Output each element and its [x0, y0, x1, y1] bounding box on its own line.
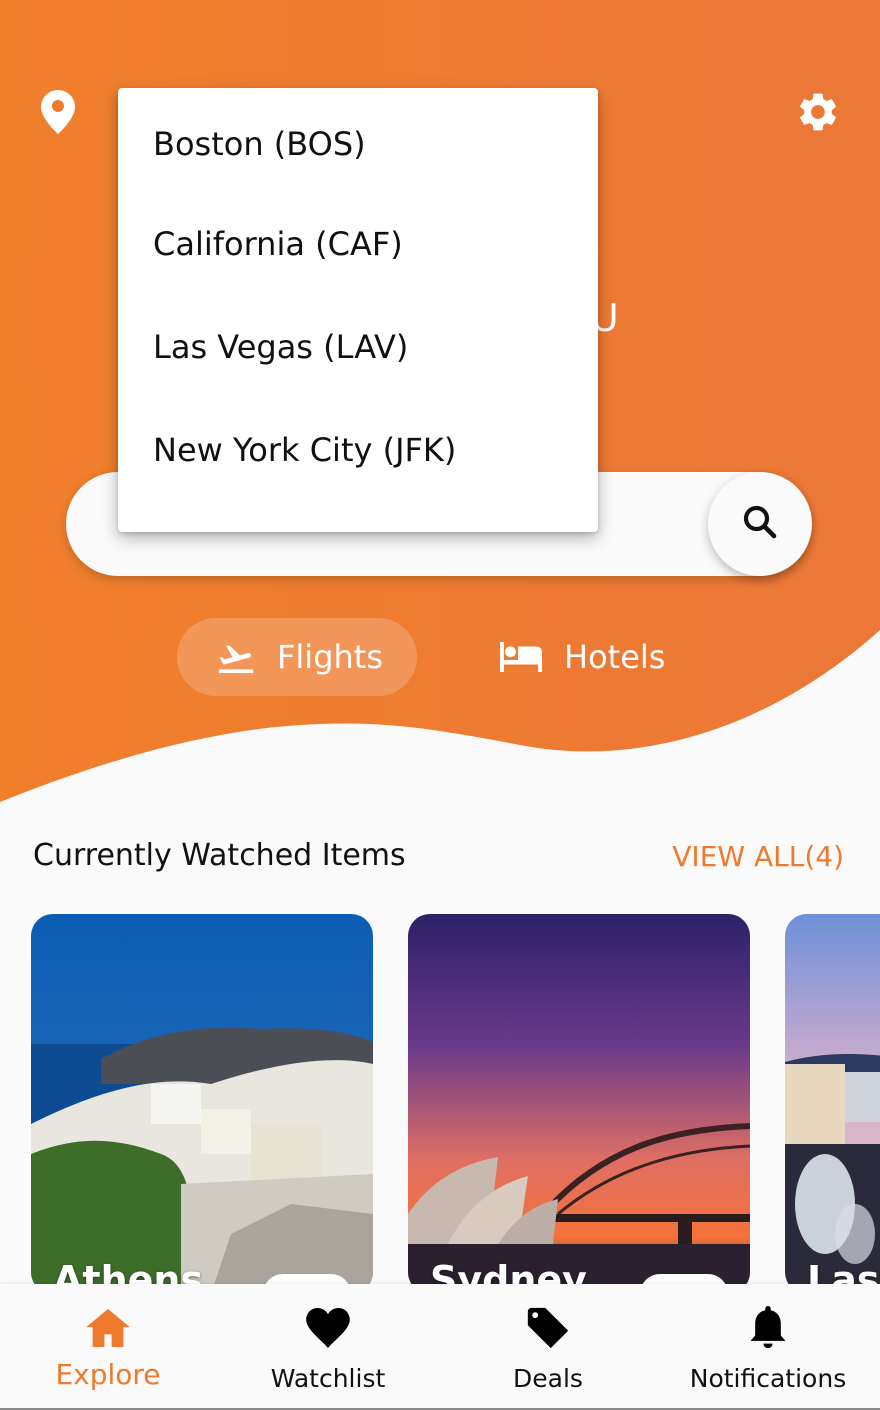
nav-deals[interactable]: Deals	[438, 1284, 658, 1410]
las-vegas-image	[785, 914, 880, 1294]
watched-card-sydney[interactable]: Sydney	[408, 914, 750, 1294]
nav-explore-label: Explore	[55, 1358, 161, 1391]
nav-watchlist[interactable]: Watchlist	[218, 1284, 438, 1410]
dropdown-option-new-york[interactable]: New York City (JFK)	[118, 398, 598, 501]
home-icon	[86, 1306, 130, 1350]
watched-card-las-vegas[interactable]: Las V	[785, 914, 880, 1294]
sydney-image	[408, 914, 750, 1294]
search-button[interactable]	[708, 472, 812, 576]
flight-takeoff-icon	[217, 640, 255, 674]
tab-flights[interactable]: Flights	[177, 618, 417, 696]
nav-notifications-label: Notifications	[689, 1364, 847, 1393]
gear-icon[interactable]	[794, 88, 842, 136]
athens-image	[31, 914, 373, 1294]
bed-icon	[500, 642, 542, 672]
tab-hotels-label: Hotels	[564, 638, 666, 676]
dropdown-option-boston[interactable]: Boston (BOS)	[118, 96, 598, 192]
heart-icon	[306, 1306, 350, 1350]
dropdown-option-california[interactable]: California (CAF)	[118, 192, 598, 295]
search-icon	[739, 501, 781, 547]
tab-flights-label: Flights	[277, 638, 383, 676]
nav-watchlist-label: Watchlist	[270, 1364, 386, 1393]
watched-card-athens[interactable]: Athens	[31, 914, 373, 1294]
location-pin-icon[interactable]	[34, 88, 82, 136]
location-dropdown-menu: Boston (BOS) California (CAF) Las Vegas …	[118, 88, 598, 532]
view-all-link[interactable]: VIEW ALL(4)	[672, 840, 844, 873]
section-title-watched: Currently Watched Items	[33, 838, 406, 873]
bottom-navigation: Explore Watchlist Deals Notifications	[0, 1284, 880, 1410]
nav-deals-label: Deals	[513, 1364, 583, 1393]
tab-hotels[interactable]: Hotels	[480, 618, 690, 696]
nav-explore[interactable]: Explore	[0, 1284, 218, 1410]
bell-icon	[749, 1306, 787, 1350]
tag-icon	[526, 1306, 570, 1350]
nav-notifications[interactable]: Notifications	[658, 1284, 878, 1410]
dropdown-option-las-vegas[interactable]: Las Vegas (LAV)	[118, 295, 598, 398]
